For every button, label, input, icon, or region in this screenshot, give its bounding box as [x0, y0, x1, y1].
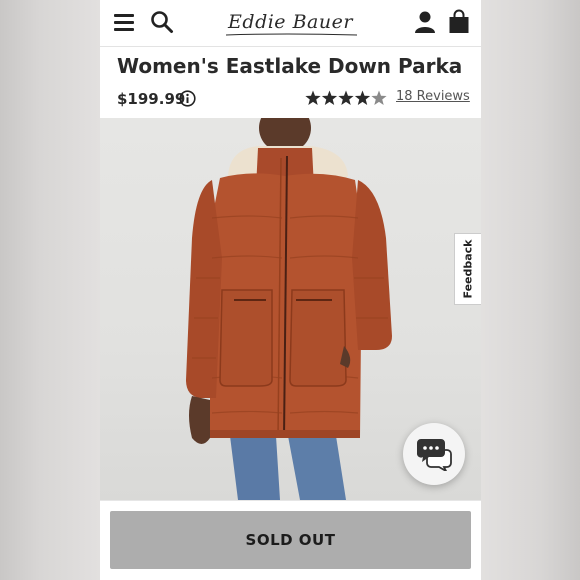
- product-title: Women's Eastlake Down Parka: [117, 54, 463, 78]
- menu-icon[interactable]: [114, 11, 136, 33]
- star-filled-icon: [305, 90, 321, 105]
- star-filled-icon: [338, 90, 354, 105]
- info-icon[interactable]: [179, 90, 196, 107]
- search-icon[interactable]: [150, 10, 174, 34]
- phone-screen: Eddie Bauer Women's Eastlake Down Parka …: [100, 0, 481, 580]
- background-right: [481, 0, 580, 580]
- sold-out-button[interactable]: SOLD OUT: [110, 511, 471, 569]
- logo-flourish: [225, 33, 358, 36]
- feedback-tab[interactable]: Feedback: [454, 233, 481, 305]
- site-header: Eddie Bauer: [100, 0, 481, 47]
- reviews-link[interactable]: 18 Reviews: [396, 89, 470, 104]
- brand-logo[interactable]: Eddie Bauer: [218, 9, 363, 35]
- chat-button[interactable]: [403, 423, 465, 485]
- bottom-action-bar: SOLD OUT: [100, 500, 481, 580]
- account-icon[interactable]: [414, 10, 436, 34]
- background-left: [0, 0, 100, 580]
- chat-bubbles-icon: [416, 439, 452, 471]
- rating-stars[interactable]: [305, 90, 387, 106]
- product-price: $199.99: [117, 90, 186, 108]
- star-empty-icon: [371, 90, 387, 105]
- star-filled-icon: [354, 90, 371, 105]
- feedback-label: Feedback: [461, 239, 475, 299]
- star-filled-icon: [321, 90, 338, 105]
- shopping-bag-icon[interactable]: [448, 9, 470, 34]
